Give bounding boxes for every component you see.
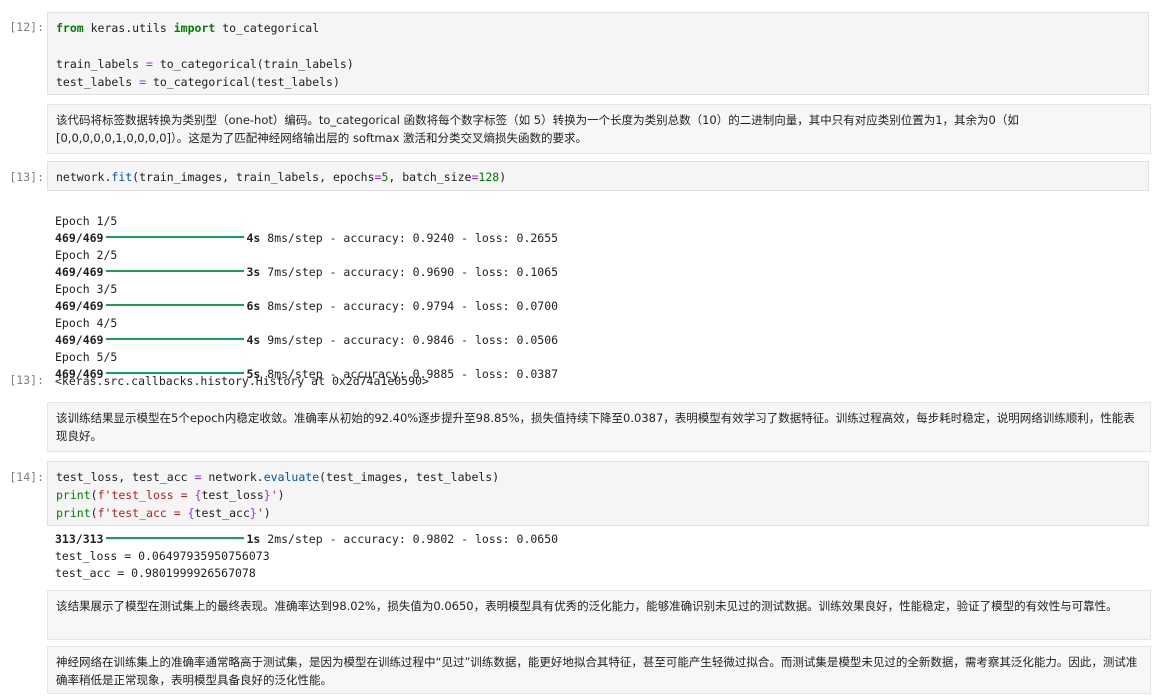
code-line: network.fit(train_images, train_labels, … xyxy=(56,170,507,184)
code-cell[interactable]: test_loss, test_acc = network.evaluate(t… xyxy=(47,461,1149,526)
markdown-text: 该训练结果显示模型在5个epoch内稳定收敛。准确率从初始的92.40%逐步提升… xyxy=(56,411,1135,443)
markdown-cell[interactable]: 该训练结果显示模型在5个epoch内稳定收敛。准确率从初始的92.40%逐步提升… xyxy=(47,402,1151,452)
cell-prompt: [14]: xyxy=(9,470,44,484)
progress-bar xyxy=(106,338,245,340)
step-count: 469/469 xyxy=(55,333,104,347)
epoch-metrics: 9ms/step - accuracy: 0.9846 - loss: 0.05… xyxy=(267,333,559,347)
markdown-text: 该结果展示了模型在测试集上的最终表现。准确率达到98.02%，损失值为0.065… xyxy=(56,599,1118,613)
print-line: test_acc = 0.9801999926567078 xyxy=(55,566,256,580)
markdown-cell[interactable]: 神经网络在训练集上的准确率通常略高于测试集，是因为模型在训练过程中“见过”训练数… xyxy=(47,646,1151,694)
epoch-metrics: 8ms/step - accuracy: 0.9240 - loss: 0.26… xyxy=(267,231,559,245)
markdown-cell[interactable]: 该结果展示了模型在测试集上的最终表现。准确率达到98.02%，损失值为0.065… xyxy=(47,590,1151,640)
progress-bar xyxy=(106,537,245,539)
output-prompt: [13]: xyxy=(9,373,44,387)
epoch-line: Epoch 4/5 xyxy=(55,316,118,330)
cell-prompt: [13]: xyxy=(9,170,44,184)
progress-bar xyxy=(106,236,245,238)
epoch-time: 6s xyxy=(246,299,261,313)
code-cell[interactable]: from keras.utils import to_categorical t… xyxy=(47,12,1149,95)
code-line: print(f'test_loss = {test_loss}') xyxy=(56,488,285,502)
code-line: test_labels = to_categorical(test_labels… xyxy=(56,75,340,89)
step-count: 469/469 xyxy=(55,231,104,245)
epoch-time: 3s xyxy=(246,265,261,279)
evaluate-output: 313/313 1s 2ms/step - accuracy: 0.9802 - … xyxy=(55,531,558,582)
training-output: Epoch 1/5 469/469 4s 8ms/step - accuracy:… xyxy=(55,196,558,383)
epoch-metrics: 8ms/step - accuracy: 0.9794 - loss: 0.07… xyxy=(267,299,559,313)
result-output: <keras.src.callbacks.history.History at … xyxy=(55,374,429,388)
code-line: from keras.utils import to_categorical xyxy=(56,21,320,35)
progress-bar xyxy=(106,304,245,306)
eval-time: 1s xyxy=(246,532,261,546)
code-line: test_loss, test_acc = network.evaluate(t… xyxy=(56,470,500,484)
markdown-text: 该代码将标签数据转换为类别型（one-hot）编码。to_categorical… xyxy=(56,113,1019,145)
code-line: train_labels = to_categorical(train_labe… xyxy=(56,57,354,71)
epoch-metrics: 7ms/step - accuracy: 0.9690 - loss: 0.10… xyxy=(267,265,559,279)
epoch-line: Epoch 1/5 xyxy=(55,214,118,228)
eval-metrics: 2ms/step - accuracy: 0.9802 - loss: 0.06… xyxy=(267,532,559,546)
epoch-line: Epoch 5/5 xyxy=(55,350,118,364)
cell-prompt: [12]: xyxy=(9,20,44,34)
epoch-line: Epoch 2/5 xyxy=(55,248,118,262)
step-count: 469/469 xyxy=(55,299,104,313)
step-count: 313/313 xyxy=(55,532,104,546)
markdown-cell[interactable]: 该代码将标签数据转换为类别型（one-hot）编码。to_categorical… xyxy=(47,104,1151,154)
epoch-time: 4s xyxy=(246,333,261,347)
print-line: test_loss = 0.06497935950756073 xyxy=(55,549,270,563)
code-line: print(f'test_acc = {test_acc}') xyxy=(56,506,271,520)
epoch-time: 4s xyxy=(246,231,261,245)
code-cell[interactable]: network.fit(train_images, train_labels, … xyxy=(47,161,1149,191)
epoch-line: Epoch 3/5 xyxy=(55,282,118,296)
step-count: 469/469 xyxy=(55,265,104,279)
progress-bar xyxy=(106,270,245,272)
markdown-text: 神经网络在训练集上的准确率通常略高于测试集，是因为模型在训练过程中“见过”训练数… xyxy=(56,655,1138,687)
